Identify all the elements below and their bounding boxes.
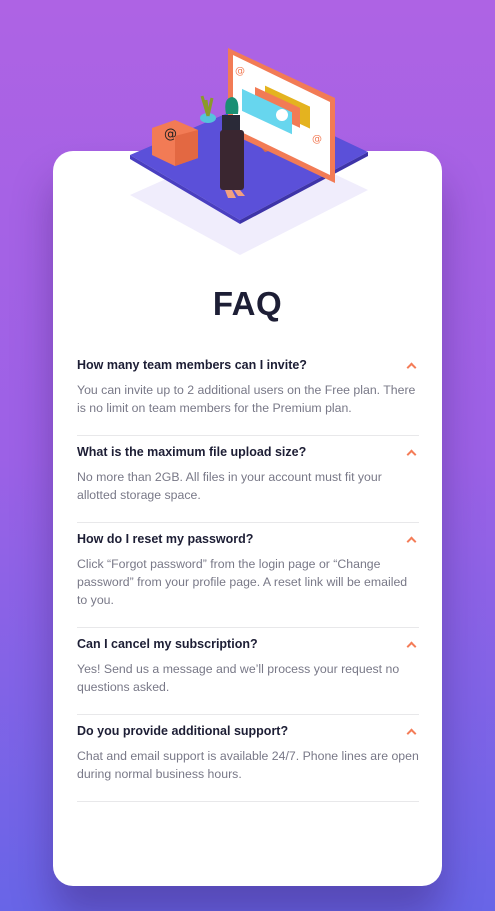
faq-question-toggle[interactable]: How do I reset my password? — [77, 532, 419, 546]
faq-answer: You can invite up to 2 additional users … — [77, 383, 416, 415]
chevron-up-icon[interactable] — [405, 359, 417, 371]
faq-item: How many team members can I invite? You … — [77, 349, 419, 436]
faq-answer: Click “Forgot password” from the login p… — [77, 557, 408, 607]
faq-card: FAQ How many team members can I invite? … — [53, 151, 442, 886]
faq-question: Do you provide additional support? — [77, 724, 289, 738]
faq-item: What is the maximum file upload size? No… — [77, 436, 419, 523]
chevron-up-icon[interactable] — [405, 446, 417, 458]
faq-question-toggle[interactable]: Can I cancel my subscription? — [77, 637, 419, 651]
faq-list: How many team members can I invite? You … — [77, 349, 419, 802]
page-title: FAQ — [212, 285, 283, 322]
svg-text:@: @ — [312, 134, 322, 145]
faq-item: Can I cancel my subscription? Yes! Send … — [77, 628, 419, 715]
svg-text:@: @ — [235, 66, 245, 77]
faq-answer: Yes! Send us a message and we’ll process… — [77, 662, 400, 694]
faq-question: How do I reset my password? — [77, 532, 254, 546]
faq-question: How many team members can I invite? — [77, 358, 307, 372]
faq-question-toggle[interactable]: Do you provide additional support? — [77, 724, 419, 738]
faq-question-toggle[interactable]: How many team members can I invite? — [77, 358, 419, 372]
chevron-up-icon[interactable] — [405, 725, 417, 737]
faq-answer: Chat and email support is available 24/7… — [77, 749, 419, 781]
faq-item: How do I reset my password? Click “Forgo… — [77, 523, 419, 628]
chevron-up-icon[interactable] — [405, 533, 417, 545]
faq-question-toggle[interactable]: What is the maximum file upload size? — [77, 445, 419, 459]
faq-item: Do you provide additional support? Chat … — [77, 715, 419, 802]
chevron-up-icon[interactable] — [405, 638, 417, 650]
svg-text:@: @ — [164, 127, 177, 142]
woman-online-illustration: @ @ @ — [130, 48, 368, 255]
faq-question: What is the maximum file upload size? — [77, 445, 307, 459]
faq-answer: No more than 2GB. All files in your acco… — [77, 470, 382, 502]
faq-question: Can I cancel my subscription? — [77, 637, 258, 651]
